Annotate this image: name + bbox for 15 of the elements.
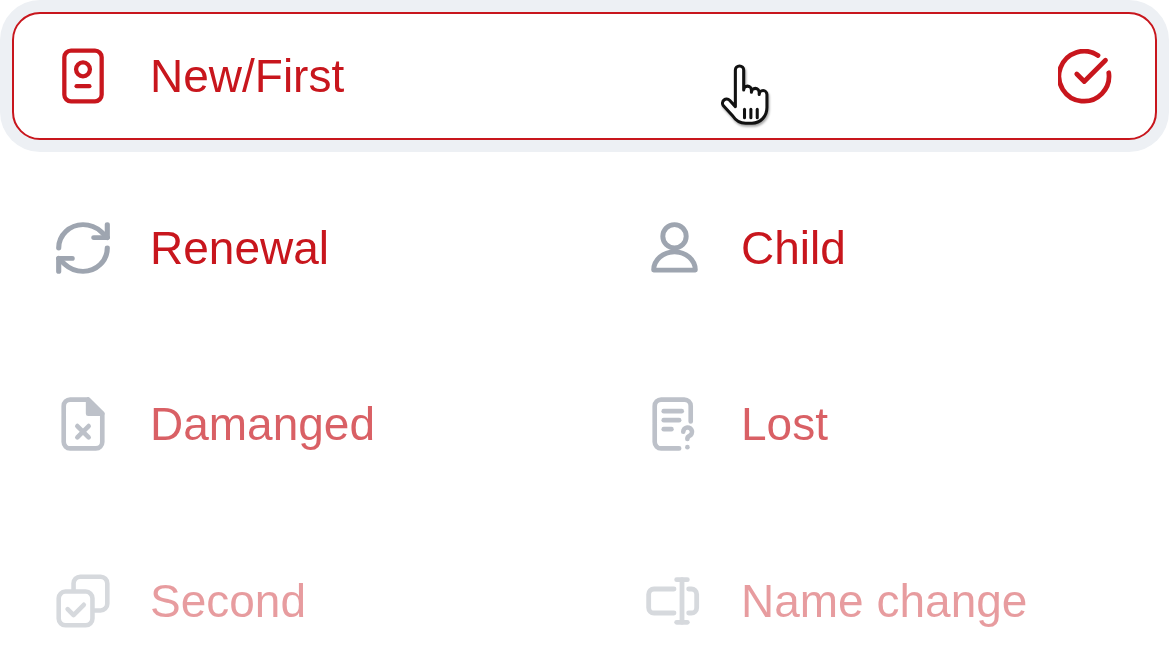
option-button[interactable]: Damanged bbox=[55, 396, 376, 452]
option-button[interactable]: Child bbox=[646, 220, 846, 276]
option-button[interactable]: New/First bbox=[12, 12, 1157, 140]
option-button[interactable]: Renewal bbox=[55, 220, 329, 276]
file-x-icon bbox=[61, 397, 105, 451]
refresh-icon bbox=[56, 222, 110, 274]
check-circle-icon bbox=[1058, 48, 1113, 104]
user-icon bbox=[650, 222, 698, 274]
option-button[interactable]: Second bbox=[55, 573, 306, 629]
option-button[interactable]: Lost bbox=[646, 396, 828, 452]
copy-check-icon bbox=[56, 574, 110, 628]
option-button[interactable]: Name change bbox=[646, 573, 1028, 629]
text-cursor-icon bbox=[646, 577, 702, 625]
id-card-icon bbox=[61, 48, 105, 104]
document-question-icon bbox=[652, 397, 696, 451]
